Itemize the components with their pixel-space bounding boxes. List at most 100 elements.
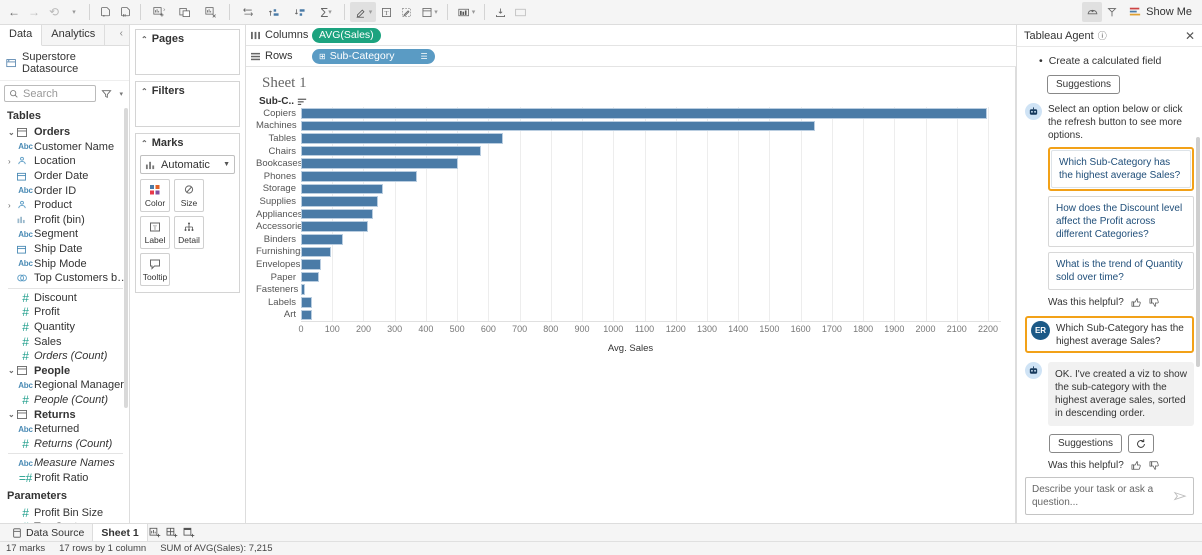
tab-data-source[interactable]: Data Source [4, 524, 92, 542]
field-item[interactable]: › Location [0, 154, 129, 169]
field-item[interactable]: # Sales [0, 334, 129, 349]
chevron-right-icon[interactable]: › [8, 201, 17, 210]
field-list[interactable]: Tables ⌄ Orders Abc Customer Name › Location O… [0, 106, 129, 523]
agent-input[interactable]: Describe your task or ask a question... [1025, 477, 1194, 515]
swap-rows-columns-icon[interactable] [235, 2, 261, 22]
bar-row[interactable]: Binders [256, 232, 1001, 246]
field-item[interactable]: =# Profit Ratio [0, 471, 129, 486]
bar-mark[interactable] [301, 284, 306, 295]
field-item[interactable]: Order Date [0, 169, 129, 184]
thumbs-down-icon[interactable] [1149, 297, 1160, 308]
field-item[interactable]: Abc Measure Names [0, 456, 129, 471]
columns-shelf[interactable]: Columns AVG(Sales) [246, 25, 1016, 46]
info-icon[interactable]: ⓘ [1098, 29, 1107, 42]
field-item[interactable]: # Discount [0, 291, 129, 306]
field-item[interactable]: # Profit [0, 305, 129, 320]
bar-row[interactable]: Appliances [256, 207, 1001, 221]
agent-suggestion-option[interactable]: How does the Discount level affect the P… [1048, 196, 1194, 247]
field-item[interactable]: Abc Regional Manager [0, 378, 129, 393]
suggestions-button-top[interactable]: Suggestions [1047, 75, 1121, 94]
field-item[interactable]: # Profit Bin Size [0, 505, 129, 520]
field-item[interactable]: # People (Count) [0, 393, 129, 408]
bar-row[interactable]: Copiers [256, 107, 1001, 120]
bar-row[interactable]: Bookcases [256, 157, 1001, 170]
mark-type-dropdown[interactable]: Automatic ▼ [140, 155, 235, 174]
field-item[interactable]: Ship Date [0, 242, 129, 257]
agent-suggestion-option[interactable]: What is the trend of Quantity sold over … [1048, 252, 1194, 290]
close-icon[interactable]: ✕ [1185, 29, 1195, 43]
agent-conversation[interactable]: • Create a calculated field Suggestions … [1017, 47, 1202, 471]
bar-mark[interactable] [301, 233, 343, 245]
chevron-right-icon[interactable]: › [8, 157, 17, 166]
bar-mark[interactable] [301, 183, 384, 195]
marks-color-button[interactable]: Color [140, 179, 170, 212]
datasource-item[interactable]: Superstore Datasource [0, 46, 129, 81]
sort-ascending-icon[interactable] [261, 2, 287, 22]
highlighter-icon[interactable]: ▾ [350, 2, 376, 22]
rows-shelf[interactable]: Rows ⊞ Sub-Category ☰ [246, 46, 1016, 67]
bar-mark[interactable] [301, 296, 312, 308]
marks-detail-button[interactable]: Detail [174, 216, 204, 249]
suggestions-button-bottom[interactable]: Suggestions [1049, 434, 1123, 453]
chevron-down-icon[interactable]: ⌄ [8, 366, 17, 375]
save-icon[interactable] [95, 2, 115, 22]
field-item[interactable]: # Orders (Count) [0, 349, 129, 364]
bar-row[interactable]: Machines [256, 119, 1001, 133]
viz-canvas[interactable]: Sheet 1 Sub-C.. Copiers Machines Tables Cha… [246, 67, 1016, 523]
bar-mark[interactable] [301, 271, 320, 283]
new-story-tab-icon[interactable] [182, 527, 199, 539]
show-me-button[interactable]: Show Me [1122, 2, 1198, 22]
field-item[interactable]: Abc Order ID [0, 183, 129, 198]
pages-shelf[interactable] [136, 48, 239, 74]
bar-mark[interactable] [301, 108, 988, 119]
bar-row[interactable]: Storage [256, 182, 1001, 196]
filters-shelf[interactable] [136, 100, 239, 126]
bar-row[interactable]: Paper [256, 270, 1001, 284]
field-group-returns[interactable]: ⌄ Returns [0, 407, 129, 422]
new-worksheet-tab-icon[interactable] [148, 527, 165, 539]
pin-icon[interactable] [1102, 2, 1122, 22]
undo-icon[interactable]: ⟲ [44, 2, 64, 22]
show-hide-cards-icon[interactable]: ▾ [416, 2, 442, 22]
data-pane-scrollbar[interactable] [124, 108, 128, 408]
bar-mark[interactable] [301, 145, 482, 157]
tab-sheet-1[interactable]: Sheet 1 [92, 523, 148, 542]
filters-card-header[interactable]: ⌃ Filters [136, 82, 239, 100]
field-item[interactable]: # Quantity [0, 320, 129, 335]
bar-mark[interactable] [301, 120, 815, 132]
field-item[interactable]: Abc Ship Mode [0, 256, 129, 271]
bar-mark[interactable] [301, 170, 417, 182]
new-dashboard-tab-icon[interactable] [165, 527, 182, 539]
thumbs-up-icon[interactable] [1131, 297, 1142, 308]
bar-mark[interactable] [301, 309, 312, 321]
agent-suggestion-option[interactable]: Which Sub-Category has the highest avera… [1051, 150, 1191, 188]
field-item[interactable]: #Top Customers [0, 520, 129, 523]
collapse-chevron-icon[interactable]: ‹ [114, 25, 129, 45]
bar-row[interactable]: Envelopes [256, 258, 1001, 271]
bar-mark[interactable] [301, 246, 331, 258]
bar-row[interactable]: Supplies [256, 195, 1001, 208]
marks-card-header[interactable]: ⌃ Marks [136, 134, 239, 152]
marks-label-button[interactable]: T Label [140, 216, 170, 249]
field-item[interactable]: Profit (bin) [0, 213, 129, 228]
refresh-icon[interactable] [1128, 434, 1155, 453]
pause-auto-update-icon[interactable] [115, 2, 135, 22]
sort-descending-icon[interactable] [297, 98, 307, 106]
tab-data[interactable]: Data [0, 25, 43, 46]
bar-row[interactable]: Tables [256, 132, 1001, 145]
filter-icon[interactable] [99, 89, 114, 99]
chevron-down-icon[interactable]: ⌄ [8, 410, 17, 419]
bar-row[interactable]: Phones [256, 169, 1001, 183]
edit-icon[interactable] [396, 2, 416, 22]
undo-dropdown-icon[interactable]: ▾ [64, 2, 84, 22]
field-item[interactable]: Abc Customer Name [0, 140, 129, 155]
send-icon[interactable] [1173, 490, 1187, 503]
text-annotation-icon[interactable]: T [376, 2, 396, 22]
field-item[interactable]: › Product [0, 198, 129, 213]
bar-mark[interactable] [301, 133, 504, 144]
field-item[interactable]: Abc Segment [0, 227, 129, 242]
bar-row[interactable]: Furnishings [256, 245, 1001, 259]
caret-down-icon[interactable]: ▾ [117, 90, 125, 98]
field-group-orders[interactable]: ⌄ Orders [0, 125, 129, 140]
agent-scrollbar[interactable] [1196, 137, 1200, 367]
